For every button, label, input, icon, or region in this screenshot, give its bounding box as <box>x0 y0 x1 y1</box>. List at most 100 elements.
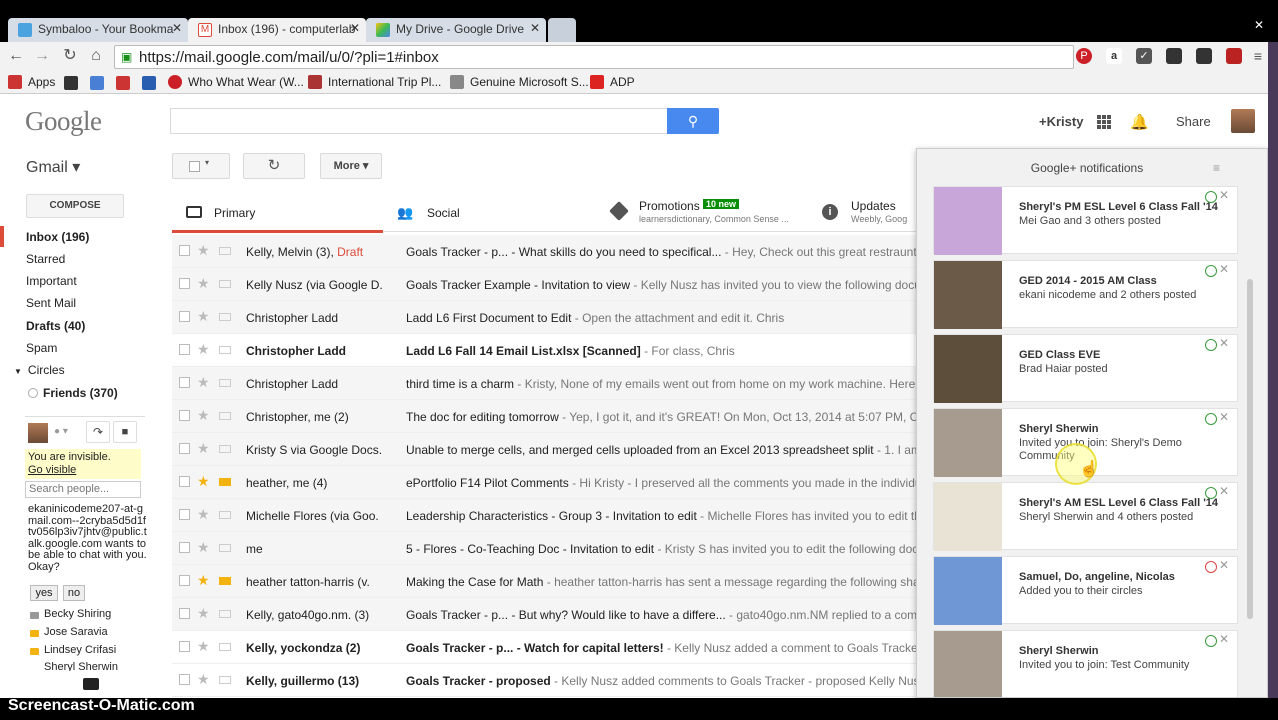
new-tab-button[interactable] <box>548 18 576 42</box>
settings-icon[interactable]: ≡ <box>1213 161 1220 175</box>
important-marker-icon[interactable] <box>219 445 231 453</box>
important-marker-icon[interactable] <box>219 313 231 321</box>
pinterest-icon[interactable]: P <box>1076 48 1092 64</box>
row-checkbox[interactable] <box>179 278 190 289</box>
avatar[interactable] <box>28 423 48 443</box>
table-row[interactable]: ★ Christopher Ladd third time is a charm -… <box>172 367 932 400</box>
table-row[interactable]: ★ Kelly, gato40go.nm. (3) Goals Tracker - … <box>172 598 932 631</box>
star-icon[interactable]: ★ <box>197 605 210 622</box>
important-marker-icon[interactable] <box>219 346 231 354</box>
important-marker-icon[interactable] <box>219 511 231 519</box>
close-icon[interactable]: ✕ <box>1219 484 1229 498</box>
reload-button[interactable]: ↻ <box>60 46 80 66</box>
search-input[interactable] <box>170 108 667 134</box>
important-marker-icon[interactable] <box>219 412 231 420</box>
tab-updates[interactable]: i Updates Weebly, Goog <box>814 194 932 232</box>
share-button[interactable]: Share <box>1176 114 1211 129</box>
google-logo[interactable]: Google <box>25 106 102 137</box>
nav-important[interactable]: Important <box>26 274 77 288</box>
extension-red-icon[interactable] <box>1226 48 1242 64</box>
bookmark-trip[interactable]: International Trip Pl... <box>308 75 441 89</box>
row-checkbox[interactable] <box>179 245 190 256</box>
important-marker-icon[interactable] <box>219 544 231 552</box>
important-marker-icon[interactable] <box>219 379 231 387</box>
star-icon[interactable]: ★ <box>197 539 210 556</box>
row-checkbox[interactable] <box>179 608 190 619</box>
bookmark-microsoft[interactable]: Genuine Microsoft S... <box>450 75 589 89</box>
nav-sent[interactable]: Sent Mail <box>26 296 76 310</box>
bookmark-whowhatwear[interactable]: Who What Wear (W... <box>168 75 304 89</box>
amazon-icon[interactable]: a <box>1106 48 1122 64</box>
row-checkbox[interactable] <box>179 410 190 421</box>
contact-item[interactable]: Sheryl Sherwin <box>44 661 118 671</box>
star-icon[interactable]: ★ <box>197 275 210 292</box>
row-checkbox[interactable] <box>179 509 190 520</box>
status-dropdown[interactable]: ● ▾ <box>54 426 68 437</box>
gmail-menu[interactable]: Gmail ▾ <box>26 157 80 177</box>
menu-icon[interactable]: ≡ <box>1250 48 1266 64</box>
contact-item[interactable]: Becky Shiring <box>44 608 111 620</box>
no-button[interactable]: no <box>63 585 85 601</box>
important-marker-icon[interactable] <box>219 643 231 651</box>
search-button[interactable]: ⚲ <box>667 108 719 134</box>
table-row[interactable]: ★ Kelly, Melvin (3), Draft Goals Tracker -… <box>172 235 932 268</box>
avatar[interactable] <box>1231 109 1255 133</box>
pocket-icon[interactable]: ✓ <box>1136 48 1152 64</box>
notification-card[interactable]: Samuel, Do, angeline, Nicolas Added you t… <box>933 556 1238 625</box>
important-marker-icon[interactable] <box>219 478 231 486</box>
google-plus-icon[interactable] <box>90 76 104 90</box>
feedly-icon[interactable] <box>1196 48 1212 64</box>
close-icon[interactable]: ✕ <box>530 21 540 35</box>
row-checkbox[interactable] <box>179 575 190 586</box>
important-marker-icon[interactable] <box>219 577 231 585</box>
bookmark-apps[interactable]: Apps <box>8 75 55 89</box>
select-all-dropdown[interactable]: ▾ <box>172 153 230 179</box>
forward-button[interactable]: → <box>32 46 52 66</box>
extension-icon[interactable] <box>1166 48 1182 64</box>
table-row[interactable]: ★ Christopher, me (2) The doc for editing … <box>172 400 932 433</box>
tab-gmail[interactable]: M Inbox (196) - computerlab ✕ <box>188 18 366 42</box>
plus-user-link[interactable]: +Kristy <box>1039 114 1083 129</box>
star-icon[interactable]: ★ <box>197 374 210 391</box>
compose-button[interactable]: COMPOSE <box>26 194 124 218</box>
row-checkbox[interactable] <box>179 311 190 322</box>
row-checkbox[interactable] <box>179 674 190 685</box>
paw-icon[interactable] <box>64 76 78 90</box>
nav-drafts[interactable]: Drafts (40) <box>26 319 85 333</box>
table-row[interactable]: ★ Christopher Ladd Ladd L6 Fall 14 Email L… <box>172 334 932 367</box>
notification-card[interactable]: Sheryl Sherwin Invited you to join: Test … <box>933 630 1238 697</box>
close-icon[interactable]: ✕ <box>1219 336 1229 350</box>
star-icon[interactable]: ★ <box>197 407 210 424</box>
phone-icon[interactable]: ↷ <box>86 421 110 443</box>
bell-icon[interactable]: 🔔 <box>1130 113 1149 131</box>
table-row[interactable]: ★ Kelly, guillermo (13) Goals Tracker - pr… <box>172 664 932 697</box>
important-marker-icon[interactable] <box>219 610 231 618</box>
table-row[interactable]: ★ Christopher Ladd Ladd L6 First Document … <box>172 301 932 334</box>
star-icon[interactable]: ★ <box>197 506 210 523</box>
star-icon[interactable]: ★ <box>197 341 210 358</box>
close-icon[interactable]: ✕ <box>1219 632 1229 646</box>
table-row[interactable]: ★ me 5 - Flores - Co-Teaching Doc - Invita… <box>172 532 932 565</box>
table-row[interactable]: ★ Kelly Nusz (via Google D. Goals Tracker … <box>172 268 932 301</box>
table-row[interactable]: ★ Michelle Flores (via Goo. Leadership Cha… <box>172 499 932 532</box>
row-checkbox[interactable] <box>179 377 190 388</box>
nav-friends[interactable]: Friends (370) <box>28 386 118 400</box>
window-close-button[interactable]: ✕ <box>1244 18 1274 38</box>
notification-card[interactable]: Sheryl's PM ESL Level 6 Class Fall '14 Me… <box>933 186 1238 255</box>
tab-social[interactable]: 👥 Social <box>383 194 593 232</box>
nav-inbox[interactable]: Inbox (196) <box>26 230 89 244</box>
table-row[interactable]: ★ Kristy S via Google Docs. Unable to merg… <box>172 433 932 466</box>
star-icon[interactable]: ★ <box>197 638 210 655</box>
nav-spam[interactable]: Spam <box>26 341 57 355</box>
star-icon[interactable]: ★ <box>197 572 210 589</box>
contact-item[interactable]: Jose Saravia <box>44 626 108 638</box>
close-icon[interactable]: ✕ <box>172 21 182 35</box>
tab-promotions[interactable]: Promotions 10 new learnersdictionary, Co… <box>602 194 814 232</box>
star-icon[interactable]: ★ <box>197 671 210 688</box>
refresh-button[interactable]: ↻ <box>243 153 305 179</box>
go-visible-link[interactable]: Go visible <box>28 464 138 477</box>
close-icon[interactable]: ✕ <box>1219 262 1229 276</box>
notification-card[interactable]: Sheryl's AM ESL Level 6 Class Fall '14 Sh… <box>933 482 1238 551</box>
star-icon[interactable]: ★ <box>197 308 210 325</box>
row-checkbox[interactable] <box>179 344 190 355</box>
